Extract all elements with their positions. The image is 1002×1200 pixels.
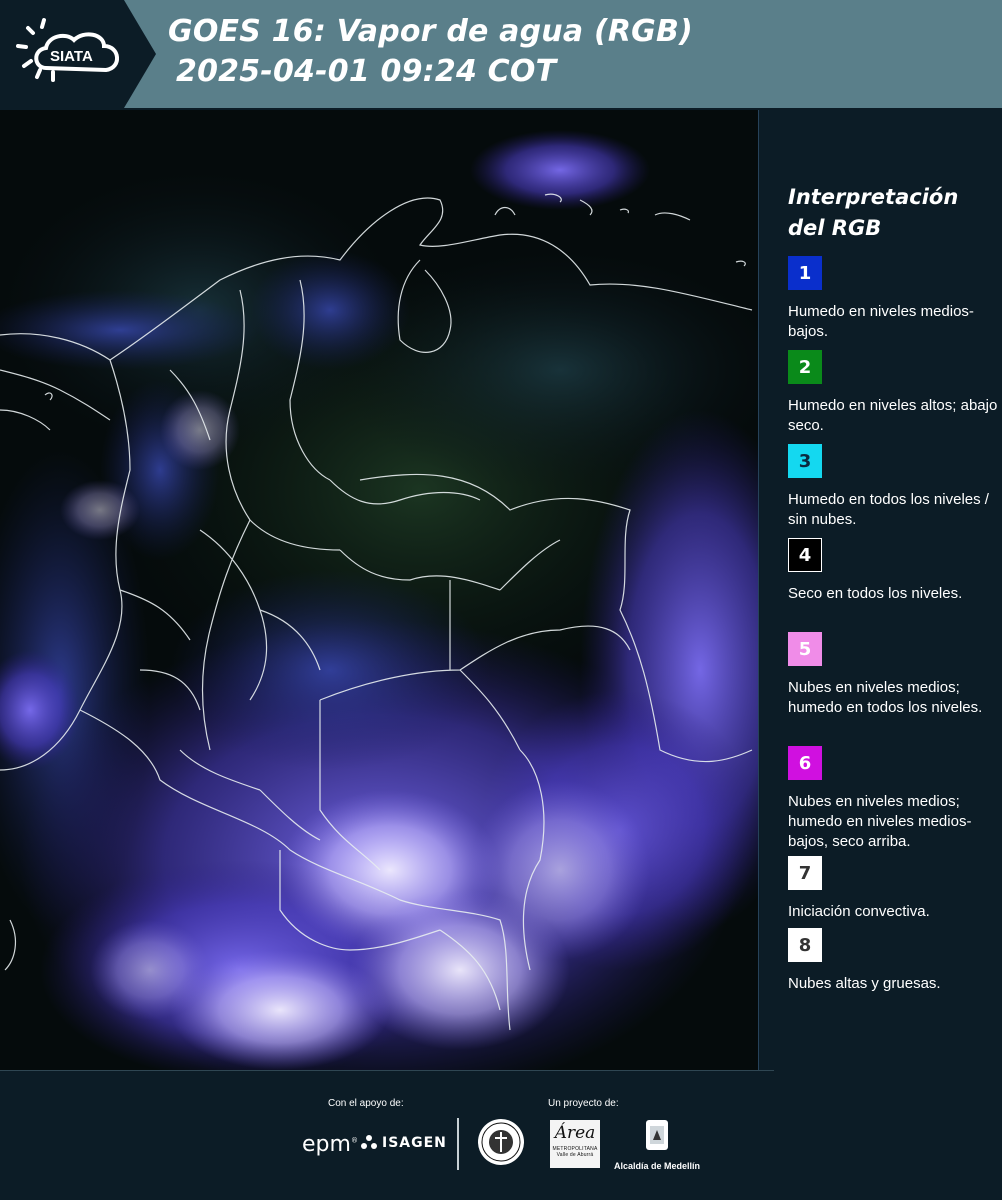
- satellite-map-icon: [0, 110, 758, 1070]
- project-label: Un proyecto de:: [548, 1098, 619, 1109]
- legend-description-2: Humedo en niveles altos; abajo seco.: [788, 397, 998, 434]
- page-title-line2: 2025-04-01 09:24 COT: [176, 54, 557, 89]
- isagen-logo: ISAGEN: [360, 1134, 447, 1152]
- registered-mark-icon: ®: [350, 1136, 358, 1145]
- legend-description-3: Humedo en todos los niveles / sin nubes.: [788, 491, 989, 528]
- legend-swatch-3: 3: [788, 444, 822, 478]
- page-title-line1: GOES 16: Vapor de agua (RGB): [168, 14, 693, 49]
- legend-item-3: 3 Humedo en todos los niveles / sin nube…: [788, 444, 1002, 530]
- area-logo-subtitle: METROPOLITANA Valle de Aburrá: [552, 1146, 598, 1158]
- legend-swatch-5: 5: [788, 632, 822, 666]
- footer: Con el apoyo de: Un proyecto de: epm® IS…: [0, 1070, 1002, 1200]
- epm-logo: epm®: [302, 1132, 358, 1157]
- isagen-mark-icon: [361, 1135, 377, 1149]
- rgb-legend: Interpretación del RGB 1 Humedo en nivel…: [770, 110, 1002, 1070]
- legend-item-4: 4 Seco en todos los niveles.: [788, 538, 1002, 604]
- legend-title-line2: del RGB: [788, 216, 882, 240]
- siata-logo: SIATA: [0, 0, 156, 108]
- coat-of-arms-icon: [646, 1120, 668, 1150]
- legend-item-2: 2 Humedo en niveles altos; abajo seco.: [788, 350, 1002, 436]
- alcaldia-logo: Alcaldía de Medellín: [612, 1118, 702, 1171]
- epm-logo-text: epm: [302, 1132, 351, 1157]
- legend-description-5: Nubes en niveles medios; humedo en todos…: [788, 679, 983, 716]
- area-logo-text: Área: [554, 1123, 596, 1143]
- legend-description-7: Iniciación convectiva.: [788, 903, 930, 920]
- legend-description-6: Nubes en niveles medios; humedo en nivel…: [788, 793, 972, 850]
- legend-swatch-1: 1: [788, 256, 822, 290]
- footer-divider: [457, 1118, 459, 1170]
- legend-swatch-2: 2: [788, 350, 822, 384]
- legend-item-5: 5 Nubes en niveles medios; humedo en tod…: [788, 632, 1002, 718]
- isagen-logo-text: ISAGEN: [382, 1135, 447, 1151]
- university-seal-icon: [477, 1118, 525, 1166]
- legend-title-line1: Interpretación: [788, 185, 959, 209]
- satellite-map-image: [0, 110, 759, 1070]
- header-bar: SIATA GOES 16: Vapor de agua (RGB) 2025-…: [0, 0, 1002, 108]
- alcaldia-label: Alcaldía de Medellín: [613, 1161, 701, 1171]
- siata-logo-text: SIATA: [50, 48, 93, 65]
- footer-separator: [0, 1070, 774, 1071]
- legend-item-6: 6 Nubes en niveles medios; humedo en niv…: [788, 746, 1002, 852]
- legend-swatch-8: 8: [788, 928, 822, 962]
- legend-title: Interpretación del RGB: [788, 182, 998, 244]
- legend-swatch-6: 6: [788, 746, 822, 780]
- legend-swatch-7: 7: [788, 856, 822, 890]
- legend-item-8: 8 Nubes altas y gruesas.: [788, 928, 1002, 994]
- legend-description-1: Humedo en niveles medios-bajos.: [788, 303, 974, 340]
- legend-item-1: 1 Humedo en niveles medios-bajos.: [788, 256, 1002, 342]
- legend-item-7: 7 Iniciación convectiva.: [788, 856, 1002, 922]
- support-label: Con el apoyo de:: [328, 1098, 404, 1109]
- legend-description-4: Seco en todos los niveles.: [788, 585, 963, 602]
- area-metropolitana-logo: Área METROPOLITANA Valle de Aburrá: [550, 1120, 600, 1168]
- legend-description-8: Nubes altas y gruesas.: [788, 975, 941, 992]
- legend-swatch-4: 4: [788, 538, 822, 572]
